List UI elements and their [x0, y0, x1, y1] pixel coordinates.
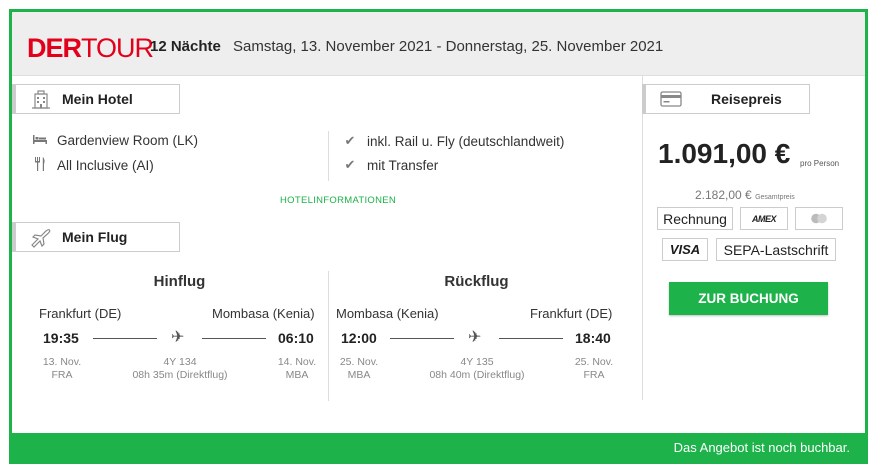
cutlery-icon: [33, 157, 47, 174]
flight-divider: [328, 271, 329, 401]
visa-icon: VISA: [662, 238, 708, 261]
price-per-person: 1.091,00 €: [658, 138, 791, 169]
flight-section-heading: Mein Flug: [12, 222, 180, 252]
airplane-icon: [30, 226, 52, 248]
outbound-to-city: Mombasa (Kenia): [212, 306, 315, 321]
bed-icon: [33, 133, 47, 148]
return-line-right: [499, 338, 563, 339]
return-line-left: [390, 338, 454, 339]
inclusion-rail-fly: ✔ inkl. Rail u. Fly (deutschlandweit): [344, 133, 565, 149]
offer-header: DERTOUR 12 Nächte Samstag, 13. November …: [12, 12, 865, 76]
return-flight-info: 4Y 135 08h 40m (Direktflug): [429, 356, 525, 381]
travel-dates: Samstag, 13. November 2021 - Donnerstag,…: [233, 38, 664, 55]
price-column-divider: [642, 75, 643, 400]
return-from-city: Mombasa (Kenia): [336, 306, 439, 321]
return-arr-time: 18:40: [575, 330, 611, 346]
plane-icon: ✈: [468, 329, 482, 346]
check-icon: ✔: [344, 157, 356, 172]
hotel-heading-label: Mein Hotel: [62, 91, 133, 107]
flight-heading-label: Mein Flug: [62, 229, 128, 245]
dertour-logo: DERTOUR: [27, 33, 154, 63]
outbound-dep-info: 13. Nov. FRA: [42, 356, 82, 381]
return-arr-info: 25. Nov. FRA: [574, 356, 614, 381]
offer-card: DERTOUR 12 Nächte Samstag, 13. November …: [9, 9, 868, 464]
board-type: All Inclusive (AI): [33, 157, 154, 174]
nights-count: 12 Nächte: [150, 38, 221, 55]
payment-invoice: Rechnung: [657, 207, 733, 230]
outbound-dep-time: 19:35: [43, 330, 79, 346]
availability-banner: Das Angebot ist noch buchbar.: [12, 433, 865, 461]
outbound-arr-info: 14. Nov. MBA: [277, 356, 317, 381]
hotel-building-icon: [30, 88, 52, 110]
check-icon: ✔: [344, 133, 356, 148]
hotel-info-link[interactable]: HOTELINFORMATIONEN: [280, 195, 396, 206]
inclusion-transfer: ✔ mit Transfer: [344, 157, 439, 173]
plane-icon: ✈: [171, 329, 185, 346]
outbound-line-right: [202, 338, 266, 339]
outbound-title: Hinflug: [153, 273, 206, 290]
per-person-label: pro Person: [800, 159, 840, 168]
return-title: Rückflug: [444, 273, 509, 290]
mastercard-icon: [795, 207, 843, 230]
hotel-divider: [328, 131, 329, 181]
availability-status: Das Angebot ist noch buchbar.: [673, 440, 850, 455]
book-button[interactable]: ZUR BUCHUNG: [669, 282, 828, 315]
outbound-flight-info: 4Y 134 08h 35m (Direktflug): [132, 356, 228, 381]
room-type: Gardenview Room (LK): [33, 133, 198, 148]
price-total: 2.182,00 € Gesamtpreis: [695, 188, 795, 202]
price-heading-label: Reisepreis: [711, 91, 782, 107]
amex-icon: AMEX: [740, 207, 788, 230]
return-dep-time: 12:00: [341, 330, 377, 346]
hotel-section-heading: Mein Hotel: [12, 84, 180, 114]
return-dep-info: 25. Nov. MBA: [339, 356, 379, 381]
outbound-arr-time: 06:10: [278, 330, 314, 346]
outbound-from-city: Frankfurt (DE): [39, 306, 122, 321]
credit-card-icon: [660, 88, 682, 110]
outbound-line-left: [93, 338, 157, 339]
return-to-city: Frankfurt (DE): [530, 306, 613, 321]
payment-sepa: SEPA-Lastschrift: [716, 238, 836, 261]
price-section-heading: Reisepreis: [642, 84, 810, 114]
